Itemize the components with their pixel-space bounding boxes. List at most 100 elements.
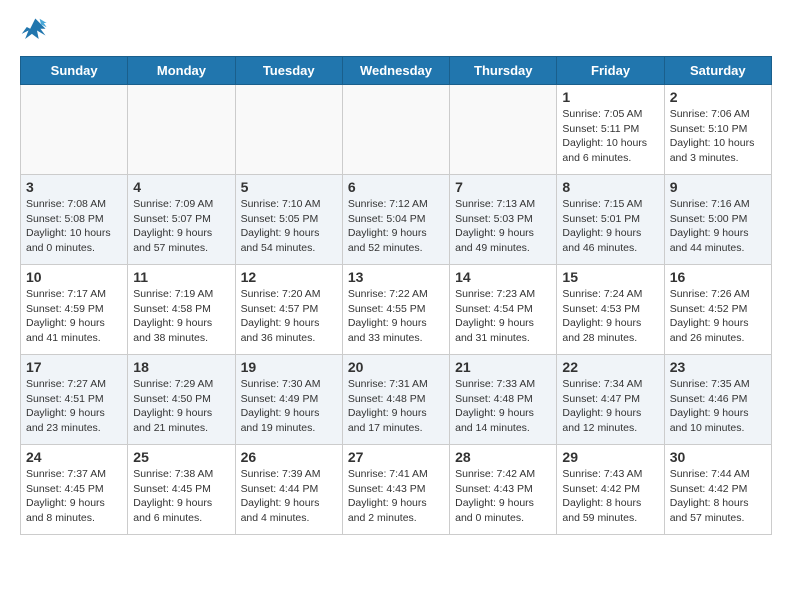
weekday-header: Saturday (664, 57, 771, 85)
day-info: Sunrise: 7:30 AM Sunset: 4:49 PM Dayligh… (241, 377, 337, 436)
day-number: 21 (455, 359, 551, 375)
calendar-cell (342, 85, 449, 175)
day-info: Sunrise: 7:23 AM Sunset: 4:54 PM Dayligh… (455, 287, 551, 346)
calendar-cell: 11Sunrise: 7:19 AM Sunset: 4:58 PM Dayli… (128, 265, 235, 355)
day-number: 5 (241, 179, 337, 195)
calendar-cell (21, 85, 128, 175)
calendar-cell: 18 Sunrise: 7:29 AM Sunset: 4:50 PM Dayli… (128, 355, 235, 445)
day-number: 17 (26, 359, 122, 375)
day-info: Sunrise: 7:19 AM Sunset: 4:58 PM Dayligh… (133, 287, 229, 346)
calendar-cell: 19 Sunrise: 7:30 AM Sunset: 4:49 PM Dayli… (235, 355, 342, 445)
calendar-cell: 21 Sunrise: 7:33 AM Sunset: 4:48 PM Dayli… (450, 355, 557, 445)
day-number: 19 (241, 359, 337, 375)
page-container: SundayMondayTuesdayWednesdayThursdayFrid… (0, 0, 792, 551)
weekday-header: Thursday (450, 57, 557, 85)
day-info: Sunrise: 7:16 AM Sunset: 5:00 PM Dayligh… (670, 197, 766, 256)
calendar-cell: 12 Sunrise: 7:20 AM Sunset: 4:57 PM Dayli… (235, 265, 342, 355)
day-number: 14 (455, 269, 551, 285)
calendar-cell: 9 Sunrise: 7:16 AM Sunset: 5:00 PM Daylig… (664, 175, 771, 265)
calendar-cell: 6 Sunrise: 7:12 AM Sunset: 5:04 PM Daylig… (342, 175, 449, 265)
calendar-table: SundayMondayTuesdayWednesdayThursdayFrid… (20, 56, 772, 535)
day-info: Sunrise: 7:34 AM Sunset: 4:47 PM Dayligh… (562, 377, 658, 436)
calendar-week-row: 24Sunrise: 7:37 AM Sunset: 4:45 PM Dayli… (21, 445, 772, 535)
weekday-header: Tuesday (235, 57, 342, 85)
day-number: 16 (670, 269, 766, 285)
calendar-cell: 27 Sunrise: 7:41 AM Sunset: 4:43 PM Dayli… (342, 445, 449, 535)
day-info: Sunrise: 7:33 AM Sunset: 4:48 PM Dayligh… (455, 377, 551, 436)
logo (20, 16, 56, 44)
day-number: 20 (348, 359, 444, 375)
calendar-cell: 3 Sunrise: 7:08 AM Sunset: 5:08 PM Daylig… (21, 175, 128, 265)
calendar-cell (128, 85, 235, 175)
logo-icon (20, 16, 52, 44)
calendar-week-row: 1 Sunrise: 7:05 AM Sunset: 5:11 PM Daylig… (21, 85, 772, 175)
calendar-cell: 22 Sunrise: 7:34 AM Sunset: 4:47 PM Dayli… (557, 355, 664, 445)
day-number: 7 (455, 179, 551, 195)
day-number: 8 (562, 179, 658, 195)
day-number: 10 (26, 269, 122, 285)
day-number: 28 (455, 449, 551, 465)
calendar-week-row: 17 Sunrise: 7:27 AM Sunset: 4:51 PM Dayli… (21, 355, 772, 445)
calendar-cell: 25 Sunrise: 7:38 AM Sunset: 4:45 PM Dayli… (128, 445, 235, 535)
calendar-cell: 20 Sunrise: 7:31 AM Sunset: 4:48 PM Dayli… (342, 355, 449, 445)
day-number: 13 (348, 269, 444, 285)
day-info: Sunrise: 7:13 AM Sunset: 5:03 PM Dayligh… (455, 197, 551, 256)
day-info: Sunrise: 7:05 AM Sunset: 5:11 PM Dayligh… (562, 107, 658, 166)
day-info: Sunrise: 7:22 AM Sunset: 4:55 PM Dayligh… (348, 287, 444, 346)
day-number: 18 (133, 359, 229, 375)
day-info: Sunrise: 7:44 AM Sunset: 4:42 PM Dayligh… (670, 467, 766, 526)
calendar-cell: 24Sunrise: 7:37 AM Sunset: 4:45 PM Dayli… (21, 445, 128, 535)
calendar-cell: 23 Sunrise: 7:35 AM Sunset: 4:46 PM Dayli… (664, 355, 771, 445)
calendar-cell: 2Sunrise: 7:06 AM Sunset: 5:10 PM Daylig… (664, 85, 771, 175)
weekday-header: Wednesday (342, 57, 449, 85)
day-number: 26 (241, 449, 337, 465)
calendar-week-row: 10 Sunrise: 7:17 AM Sunset: 4:59 PM Dayli… (21, 265, 772, 355)
day-info: Sunrise: 7:15 AM Sunset: 5:01 PM Dayligh… (562, 197, 658, 256)
calendar-cell: 7 Sunrise: 7:13 AM Sunset: 5:03 PM Daylig… (450, 175, 557, 265)
calendar-cell: 10 Sunrise: 7:17 AM Sunset: 4:59 PM Dayli… (21, 265, 128, 355)
day-info: Sunrise: 7:08 AM Sunset: 5:08 PM Dayligh… (26, 197, 122, 256)
day-number: 6 (348, 179, 444, 195)
calendar-cell: 17 Sunrise: 7:27 AM Sunset: 4:51 PM Dayli… (21, 355, 128, 445)
day-info: Sunrise: 7:26 AM Sunset: 4:52 PM Dayligh… (670, 287, 766, 346)
day-info: Sunrise: 7:27 AM Sunset: 4:51 PM Dayligh… (26, 377, 122, 436)
page-header (20, 16, 772, 44)
day-info: Sunrise: 7:39 AM Sunset: 4:44 PM Dayligh… (241, 467, 337, 526)
day-info: Sunrise: 7:42 AM Sunset: 4:43 PM Dayligh… (455, 467, 551, 526)
weekday-header: Sunday (21, 57, 128, 85)
day-info: Sunrise: 7:12 AM Sunset: 5:04 PM Dayligh… (348, 197, 444, 256)
day-number: 12 (241, 269, 337, 285)
day-number: 23 (670, 359, 766, 375)
day-info: Sunrise: 7:09 AM Sunset: 5:07 PM Dayligh… (133, 197, 229, 256)
calendar-cell: 30Sunrise: 7:44 AM Sunset: 4:42 PM Dayli… (664, 445, 771, 535)
day-number: 27 (348, 449, 444, 465)
calendar-week-row: 3 Sunrise: 7:08 AM Sunset: 5:08 PM Daylig… (21, 175, 772, 265)
day-number: 1 (562, 89, 658, 105)
day-info: Sunrise: 7:20 AM Sunset: 4:57 PM Dayligh… (241, 287, 337, 346)
calendar-cell: 8 Sunrise: 7:15 AM Sunset: 5:01 PM Daylig… (557, 175, 664, 265)
day-number: 25 (133, 449, 229, 465)
day-number: 2 (670, 89, 766, 105)
calendar-cell: 28 Sunrise: 7:42 AM Sunset: 4:43 PM Dayli… (450, 445, 557, 535)
calendar-cell (450, 85, 557, 175)
calendar-cell: 26 Sunrise: 7:39 AM Sunset: 4:44 PM Dayli… (235, 445, 342, 535)
calendar-cell: 16 Sunrise: 7:26 AM Sunset: 4:52 PM Dayli… (664, 265, 771, 355)
day-info: Sunrise: 7:17 AM Sunset: 4:59 PM Dayligh… (26, 287, 122, 346)
day-number: 4 (133, 179, 229, 195)
day-number: 9 (670, 179, 766, 195)
calendar-header-row: SundayMondayTuesdayWednesdayThursdayFrid… (21, 57, 772, 85)
calendar-cell: 29Sunrise: 7:43 AM Sunset: 4:42 PM Dayli… (557, 445, 664, 535)
day-info: Sunrise: 7:24 AM Sunset: 4:53 PM Dayligh… (562, 287, 658, 346)
day-number: 3 (26, 179, 122, 195)
day-info: Sunrise: 7:41 AM Sunset: 4:43 PM Dayligh… (348, 467, 444, 526)
day-info: Sunrise: 7:10 AM Sunset: 5:05 PM Dayligh… (241, 197, 337, 256)
calendar-cell: 5 Sunrise: 7:10 AM Sunset: 5:05 PM Daylig… (235, 175, 342, 265)
weekday-header: Monday (128, 57, 235, 85)
day-number: 29 (562, 449, 658, 465)
day-info: Sunrise: 7:35 AM Sunset: 4:46 PM Dayligh… (670, 377, 766, 436)
day-info: Sunrise: 7:38 AM Sunset: 4:45 PM Dayligh… (133, 467, 229, 526)
day-info: Sunrise: 7:29 AM Sunset: 4:50 PM Dayligh… (133, 377, 229, 436)
day-info: Sunrise: 7:31 AM Sunset: 4:48 PM Dayligh… (348, 377, 444, 436)
day-number: 22 (562, 359, 658, 375)
day-number: 24 (26, 449, 122, 465)
